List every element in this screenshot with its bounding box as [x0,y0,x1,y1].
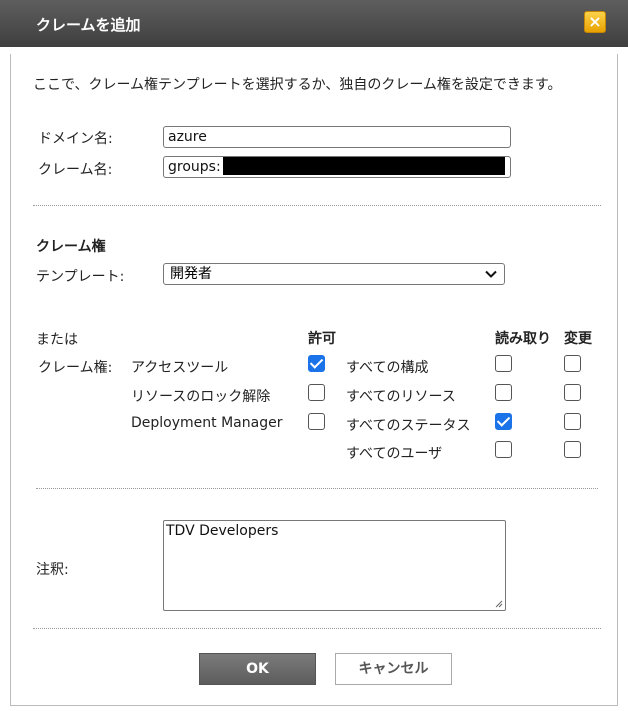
read-checkbox-all-status[interactable] [495,413,512,430]
notes-value: TDV Developers [166,523,279,539]
allow-item-label: Deployment Manager [131,415,283,431]
rw-item-label: すべてのステータス [346,418,471,434]
chevron-down-icon [485,270,497,278]
close-icon: × [588,12,602,31]
template-label: テンプレート: [36,269,125,285]
change-checkbox-all-status[interactable] [564,413,581,430]
domain-input[interactable]: azure [163,126,511,148]
change-checkbox-all-users[interactable] [564,441,581,458]
claim-label: クレーム名: [38,162,113,178]
rw-item-label: すべてのユーザ [346,446,443,462]
close-button[interactable]: × [584,11,606,33]
add-claim-dialog: クレームを追加 × ここで、クレーム権テンプレートを選択するか、独自のクレーム権… [0,0,628,711]
allow-checkbox-deployment-manager[interactable] [308,413,325,430]
cancel-button[interactable]: キャンセル [335,653,452,685]
allow-item-label: リソースのロック解除 [131,389,271,405]
domain-value: azure [168,129,207,145]
or-label: または [36,332,78,348]
notes-label: 注釈: [36,562,69,578]
allow-checkbox-unlock-resources[interactable] [308,384,325,401]
claim-rights-label: クレーム権: [38,360,113,376]
change-checkbox-all-config[interactable] [564,355,581,372]
allow-checkbox-access-tool[interactable] [308,355,325,372]
rights-heading: クレーム権 [36,239,106,255]
read-header: 読み取り [495,331,551,347]
claim-input[interactable]: groups: [163,156,511,178]
divider [36,488,598,489]
dialog-titlebar: クレームを追加 × [0,0,628,47]
allow-item-label: アクセスツール [131,360,229,376]
claim-value: groups: [168,159,221,175]
redacted-block [222,156,505,175]
divider [33,205,601,206]
ok-button[interactable]: OK [199,653,316,685]
read-checkbox-all-config[interactable] [495,355,512,372]
read-checkbox-all-users[interactable] [495,441,512,458]
rw-item-label: すべての構成 [346,360,429,376]
allow-header: 許可 [308,331,336,347]
intro-text: ここで、クレーム権テンプレートを選択するか、独自のクレーム権を設定できます。 [33,77,562,93]
template-selected: 開発者 [170,266,212,282]
template-select[interactable]: 開発者 [163,263,505,285]
divider [33,628,601,629]
change-header: 変更 [564,331,592,347]
rw-item-label: すべてのリソース [346,389,456,405]
notes-textarea[interactable]: TDV Developers [163,520,506,611]
domain-label: ドメイン名: [38,131,113,147]
resize-handle-icon[interactable] [493,598,503,608]
dialog-title: クレームを追加 [36,16,141,34]
change-checkbox-all-resources[interactable] [564,384,581,401]
read-checkbox-all-resources[interactable] [495,384,512,401]
